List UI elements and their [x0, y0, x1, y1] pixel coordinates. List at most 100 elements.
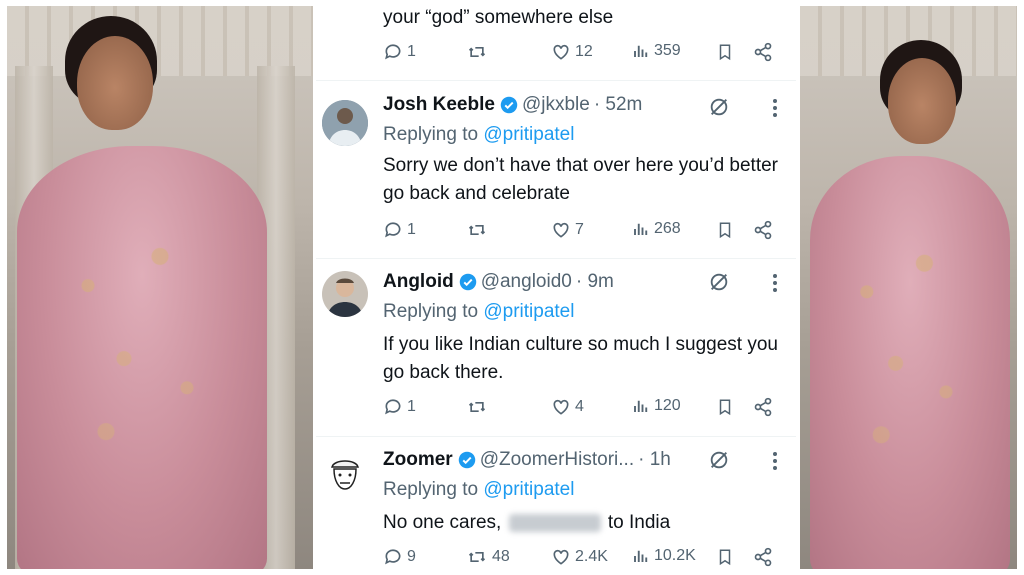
- left-photo: [7, 6, 313, 569]
- repost-button[interactable]: [466, 220, 492, 240]
- timestamp[interactable]: · 9m: [576, 271, 614, 293]
- grok-icon[interactable]: [708, 449, 730, 471]
- replying-to: Replying to @pritipatel: [383, 301, 574, 323]
- replying-to-label: Replying to: [383, 479, 479, 500]
- reply-button[interactable]: 1: [383, 42, 416, 62]
- grok-icon[interactable]: [708, 271, 730, 293]
- views-button[interactable]: 120: [632, 397, 681, 415]
- verified-badge-icon: [459, 273, 476, 291]
- reply-count: 1: [407, 221, 416, 238]
- bookmark-button[interactable]: [716, 220, 734, 240]
- author-handle[interactable]: @angloid0: [481, 271, 572, 293]
- repost-button[interactable]: [466, 42, 492, 62]
- bookmark-icon: [719, 222, 731, 239]
- share-icon: [754, 397, 772, 417]
- views-button[interactable]: 268: [632, 220, 681, 238]
- reply-tweet[interactable]: Zoomer @ZoomerHistori... · 1h Replying t…: [316, 437, 796, 575]
- share-button[interactable]: [753, 42, 773, 62]
- bookmark-icon: [719, 44, 731, 61]
- like-icon: [553, 549, 569, 565]
- avatar[interactable]: [322, 451, 368, 497]
- repost-button[interactable]: [466, 397, 492, 417]
- tweet-text-partial: your “god” somewhere else: [383, 7, 614, 28]
- divider: [316, 80, 796, 81]
- author-name[interactable]: Angloid: [383, 271, 454, 293]
- reply-tweet[interactable]: Josh Keeble @jkxble · 52m Replying to @p…: [316, 82, 796, 256]
- replying-to-label: Replying to: [383, 124, 479, 145]
- like-button[interactable]: 2.4K: [551, 547, 608, 567]
- reply-button[interactable]: 1: [383, 397, 416, 417]
- action-bar: 1 7 268: [316, 220, 796, 248]
- reply-icon: [385, 44, 401, 60]
- bookmark-icon: [719, 549, 731, 566]
- right-photo: [800, 6, 1017, 569]
- author-line: Zoomer @ZoomerHistori... · 1h: [383, 449, 671, 471]
- reply-count: 1: [407, 43, 416, 60]
- views-count: 359: [654, 42, 681, 59]
- action-bar: 1 4 120: [316, 397, 796, 425]
- reply-icon: [385, 222, 401, 238]
- views-button[interactable]: 10.2K: [632, 547, 696, 565]
- tweet-text-end: to India: [607, 512, 671, 533]
- reply-icon: [385, 549, 401, 565]
- reply-tweet[interactable]: Angloid @angloid0 · 9m Replying to @prit…: [316, 259, 796, 435]
- reply-thread: your “god” somewhere else 1 12 359 Josh …: [316, 0, 796, 575]
- more-icon[interactable]: [772, 273, 778, 293]
- share-button[interactable]: [753, 397, 773, 417]
- like-button[interactable]: 4: [551, 397, 584, 417]
- like-button[interactable]: 12: [551, 42, 593, 62]
- like-count: 7: [575, 221, 584, 238]
- bookmark-button[interactable]: [716, 397, 734, 417]
- verified-badge-icon: [500, 96, 518, 114]
- tweet-text: Sorry we don’t have that over here you’d…: [383, 155, 779, 204]
- more-icon[interactable]: [772, 98, 778, 118]
- share-button[interactable]: [753, 220, 773, 240]
- like-count: 12: [575, 43, 593, 60]
- like-icon: [553, 222, 569, 238]
- mention-link[interactable]: @pritipatel: [483, 301, 574, 322]
- author-handle[interactable]: @ZoomerHistori...: [480, 449, 634, 471]
- repost-button[interactable]: 48: [466, 547, 510, 567]
- views-icon: [634, 400, 648, 412]
- grok-icon[interactable]: [708, 96, 730, 118]
- tweet-text: If you like Indian culture so much I sug…: [383, 334, 778, 383]
- author-name[interactable]: Josh Keeble: [383, 94, 495, 116]
- like-icon: [553, 399, 569, 415]
- action-bar: 1 12 359: [316, 42, 796, 70]
- repost-icon: [468, 47, 486, 57]
- bookmark-button[interactable]: [716, 547, 734, 567]
- share-button[interactable]: [753, 547, 773, 567]
- verified-badge-icon: [458, 451, 475, 469]
- like-count: 4: [575, 398, 584, 415]
- reply-icon: [385, 399, 401, 415]
- author-handle[interactable]: @jkxble: [522, 94, 590, 116]
- reply-button[interactable]: 9: [383, 547, 416, 567]
- repost-icon: [468, 402, 486, 412]
- woman-figure: [800, 6, 1017, 569]
- action-bar: 9 48 2.4K 10.2K: [316, 547, 796, 575]
- reply-count: 1: [407, 398, 416, 415]
- repost-icon: [468, 552, 486, 562]
- timestamp[interactable]: · 1h: [638, 449, 671, 471]
- views-count: 120: [654, 397, 681, 414]
- views-count: 10.2K: [654, 547, 696, 564]
- mention-link[interactable]: @pritipatel: [483, 479, 574, 500]
- timestamp[interactable]: · 52m: [594, 94, 643, 116]
- views-icon: [634, 550, 648, 562]
- avatar[interactable]: [322, 271, 368, 317]
- like-button[interactable]: 7: [551, 220, 584, 240]
- more-icon[interactable]: [772, 451, 778, 471]
- views-count: 268: [654, 220, 681, 237]
- author-name[interactable]: Zoomer: [383, 449, 453, 471]
- mention-link[interactable]: @pritipatel: [483, 124, 574, 145]
- views-button[interactable]: 359: [632, 42, 681, 60]
- like-count: 2.4K: [575, 548, 608, 565]
- avatar[interactable]: [322, 100, 368, 146]
- replying-to: Replying to @pritipatel: [383, 479, 574, 501]
- reply-button[interactable]: 1: [383, 220, 416, 240]
- share-icon: [754, 220, 772, 240]
- bookmark-button[interactable]: [716, 42, 734, 62]
- tweet-text: No one cares, to India: [383, 509, 783, 537]
- share-icon: [754, 42, 772, 62]
- views-icon: [634, 45, 648, 57]
